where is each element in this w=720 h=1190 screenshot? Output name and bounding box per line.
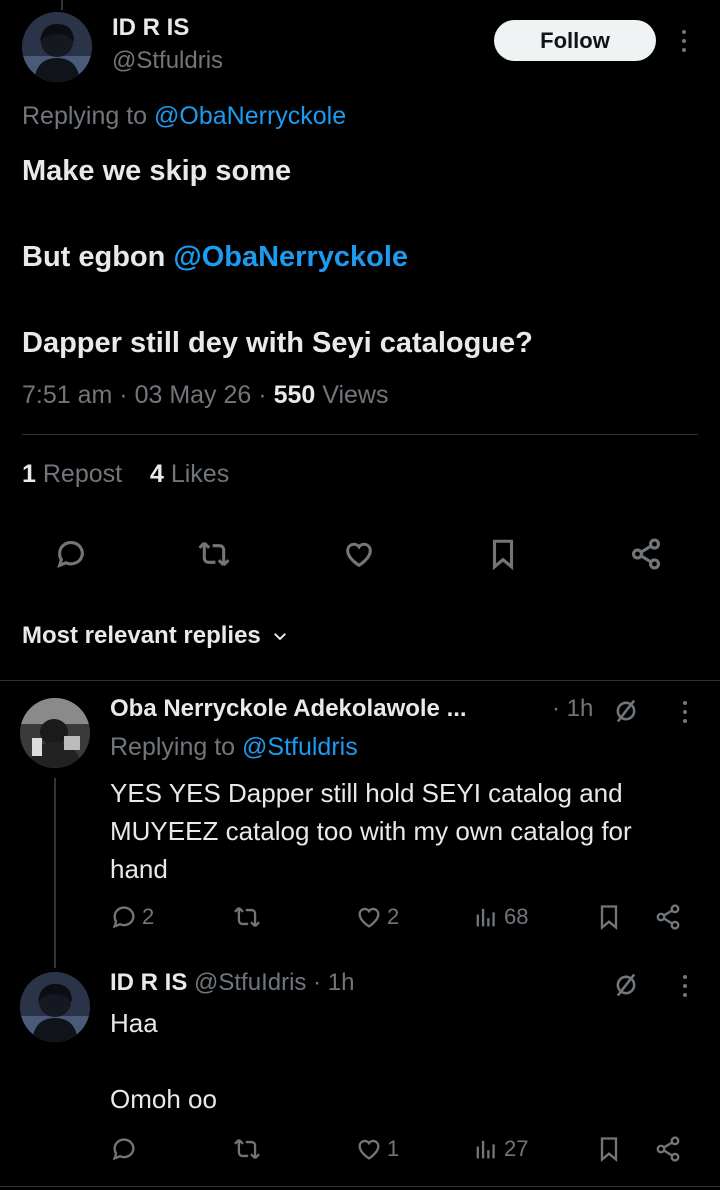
views-count: 550 — [273, 381, 316, 409]
bookmark-icon — [600, 1137, 618, 1162]
tweet-text-line2: But egbon @ObaNerryckole — [22, 241, 408, 274]
reply-button[interactable] — [110, 1135, 142, 1163]
replying-to-line: Replying to @ObaNerryckole — [22, 102, 346, 131]
divider — [22, 434, 698, 435]
avatar[interactable] — [22, 12, 92, 82]
avatar-image — [20, 972, 90, 1042]
tweet-text-line3: Dapper still dey with Seyi catalogue? — [22, 327, 533, 359]
avatar[interactable] — [20, 972, 90, 1042]
reply-icon — [57, 541, 84, 568]
replying-prefix: Replying to — [110, 733, 236, 761]
bookmark-button[interactable] — [595, 903, 623, 931]
thread-line — [54, 778, 56, 968]
views-label: Views — [322, 381, 389, 409]
bookmark-icon — [600, 905, 618, 930]
more-icon[interactable] — [683, 701, 687, 723]
replying-prefix: Replying to — [22, 102, 148, 130]
reply-button[interactable]: 2 — [110, 903, 154, 931]
tweet-stats: 1 Repost 4 Likes — [22, 460, 229, 489]
repost-button[interactable] — [196, 537, 232, 576]
bookmark-button[interactable] — [486, 537, 520, 576]
views-button[interactable]: 27 — [472, 1135, 528, 1163]
reposts-stat[interactable]: 1 Repost — [22, 460, 129, 488]
reposts-count: 1 — [22, 460, 36, 488]
reply-button[interactable] — [54, 537, 88, 576]
reply-text-line2: Omoh oo — [110, 1084, 217, 1114]
thread-connector-top — [61, 0, 63, 10]
share-icon — [631, 538, 661, 570]
like-button[interactable] — [342, 537, 376, 576]
likes-label: Likes — [170, 460, 230, 488]
replies-sort-dropdown[interactable]: Most relevant replies — [22, 622, 289, 650]
reply-replying-to-line: Replying to @Stfuldris — [110, 733, 358, 762]
share-button[interactable] — [654, 903, 682, 931]
reply-header: ID R IS @StfuIdris · 1h — [110, 969, 354, 997]
share-button[interactable] — [654, 1135, 682, 1163]
avatar[interactable] — [20, 698, 90, 768]
grok-icon[interactable] — [612, 971, 640, 999]
divider — [0, 680, 720, 681]
replies-sort-label: Most relevant replies — [22, 622, 261, 649]
reply-author-name[interactable]: ID R IS — [110, 969, 187, 996]
likes-count: 4 — [149, 460, 164, 488]
views-icon — [476, 908, 495, 927]
bookmark-icon — [492, 539, 514, 571]
chevron-down-icon — [273, 633, 286, 641]
repost-icon — [198, 541, 230, 567]
views-icon — [476, 1140, 495, 1159]
author-display-name[interactable]: ID R IS — [112, 14, 189, 42]
reply-text-line1: Haa — [110, 1008, 158, 1038]
tweet-date[interactable]: 03 May 26 — [135, 381, 252, 409]
tweet-time[interactable]: 7:51 am — [22, 381, 112, 409]
tweet-timestamp: 7:51 am · 03 May 26 · 550 Views — [22, 381, 389, 409]
author-handle[interactable]: @Stfuldris — [112, 47, 223, 75]
views-button[interactable]: 68 — [472, 903, 528, 931]
more-icon[interactable] — [682, 30, 686, 52]
reposts-label: Repost — [42, 460, 123, 488]
like-button[interactable]: 2 — [355, 903, 399, 931]
tweet-text-line2-prefix: But egbon — [22, 241, 166, 273]
tweet-text-line1: Make we skip some — [22, 155, 292, 187]
share-icon — [656, 1136, 680, 1162]
repost-button[interactable] — [232, 903, 266, 931]
divider — [0, 1186, 720, 1187]
repost-button[interactable] — [232, 1135, 266, 1163]
reply-icon — [112, 906, 135, 929]
more-icon[interactable] — [683, 975, 687, 997]
avatar-image — [20, 698, 90, 768]
view-count: 68 — [504, 904, 529, 929]
like-icon — [358, 907, 380, 928]
like-count: 1 — [387, 1136, 400, 1161]
share-button[interactable] — [629, 537, 663, 576]
like-icon — [346, 542, 372, 568]
likes-stat[interactable]: 4 Likes — [150, 460, 229, 488]
avatar-image — [22, 12, 92, 82]
share-icon — [656, 904, 680, 930]
tweet-mention[interactable]: @ObaNerryckole — [173, 241, 408, 273]
reply-text: YES YES Dapper still hold SEYI catalog a… — [110, 778, 632, 884]
like-count: 2 — [387, 904, 400, 929]
view-count: 27 — [504, 1136, 529, 1161]
bookmark-button[interactable] — [595, 1135, 623, 1163]
reply-time[interactable]: · 1h — [552, 695, 593, 723]
replying-to-mention[interactable]: @Stfuldris — [242, 733, 358, 761]
repost-icon — [234, 1138, 260, 1160]
reply-handle-time[interactable]: @StfuIdris · 1h — [194, 969, 354, 996]
reply-icon — [112, 1138, 135, 1161]
like-button[interactable]: 1 — [355, 1135, 399, 1163]
like-icon — [358, 1139, 380, 1160]
replying-to-mention[interactable]: @ObaNerryckole — [154, 102, 346, 130]
grok-icon[interactable] — [612, 697, 640, 725]
reply-author-name[interactable]: Oba Nerryckole Adekolawole ... — [110, 695, 467, 723]
reply-count: 2 — [142, 904, 155, 929]
repost-icon — [234, 906, 260, 928]
follow-button[interactable]: Follow — [494, 20, 656, 61]
